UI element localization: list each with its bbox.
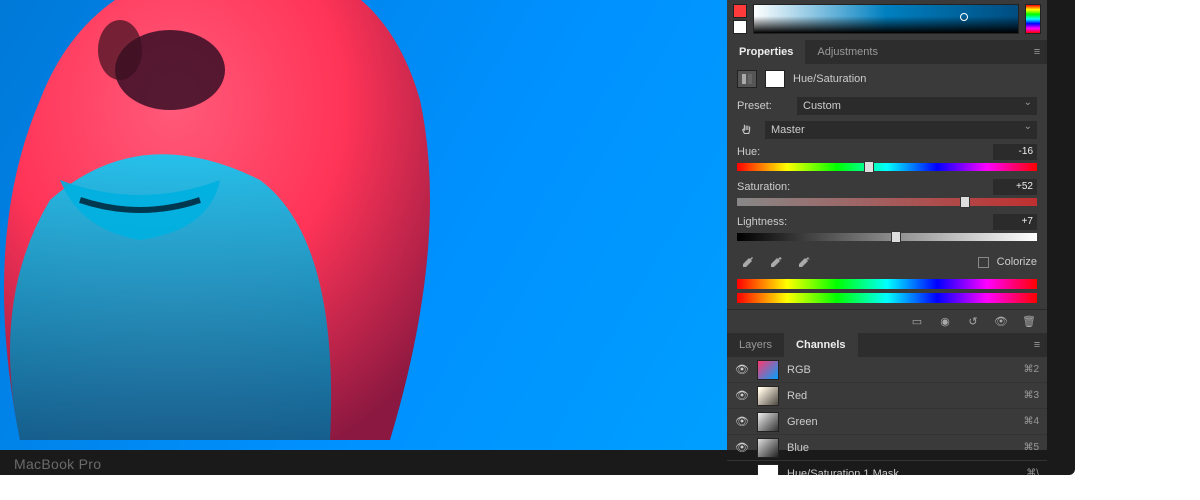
adjustment-title: Hue/Saturation: [793, 73, 866, 85]
saturation-slider-thumb[interactable]: [960, 196, 970, 208]
hue-strip[interactable]: [1025, 4, 1041, 34]
lightness-slider-track[interactable]: [737, 233, 1037, 241]
panel-menu-icon[interactable]: ≡: [1027, 40, 1047, 64]
preset-label: Preset:: [737, 100, 789, 112]
channel-thumb: [757, 360, 779, 380]
channel-name: RGB: [787, 364, 1015, 376]
colorize-checkbox[interactable]: [978, 257, 989, 268]
eye-icon[interactable]: 👁: [735, 441, 749, 454]
image-canvas[interactable]: [0, 0, 727, 450]
app-screen: Properties Adjustments ≡ Hue/Saturation …: [0, 0, 1047, 450]
lightness-slider-row: Lightness: +7: [727, 212, 1047, 247]
eyedropper-minus-icon[interactable]: −: [793, 253, 813, 271]
hue-spectrum-bottom[interactable]: [737, 293, 1037, 303]
channel-row-green[interactable]: 👁 Green ⌘4: [727, 409, 1047, 435]
hue-spectrum-top[interactable]: [737, 279, 1037, 289]
channel-shortcut: ⌘4: [1023, 416, 1039, 427]
foreground-swatch[interactable]: [733, 4, 747, 18]
properties-panel: Properties Adjustments ≡ Hue/Saturation …: [727, 40, 1047, 333]
color-panel: [727, 0, 1047, 40]
channel-name: Blue: [787, 442, 1015, 454]
svg-text:+: +: [779, 257, 782, 263]
device-frame: Properties Adjustments ≡ Hue/Saturation …: [0, 0, 1075, 475]
channel-name: Red: [787, 390, 1015, 402]
hue-label: Hue:: [737, 146, 760, 158]
targeted-adjust-icon[interactable]: [737, 122, 757, 138]
lightness-value[interactable]: +7: [993, 214, 1037, 230]
reset-icon[interactable]: ↺: [965, 314, 981, 330]
eyedropper-icon[interactable]: [737, 253, 757, 271]
background-swatch[interactable]: [733, 20, 747, 34]
color-swatches: [733, 4, 747, 34]
device-label: MacBook Pro: [14, 456, 101, 472]
saturation-slider-row: Saturation: +52: [727, 177, 1047, 212]
channel-row-blue[interactable]: 👁 Blue ⌘5: [727, 435, 1047, 461]
channel-row-mask[interactable]: Hue/Saturation 1 Mask... ⌘\: [727, 461, 1047, 475]
saturation-value[interactable]: +52: [993, 179, 1037, 195]
tab-adjustments[interactable]: Adjustments: [805, 40, 890, 64]
channel-shortcut: ⌘2: [1023, 364, 1039, 375]
delete-icon[interactable]: 🗑: [1021, 314, 1037, 330]
channel-thumb: [757, 412, 779, 432]
channels-tabs: Layers Channels ≡: [727, 333, 1047, 357]
color-field-cursor: [960, 13, 968, 21]
channel-row-rgb[interactable]: 👁 RGB ⌘2: [727, 357, 1047, 383]
hue-slider-row: Hue: -16: [727, 142, 1047, 177]
channels-panel: Layers Channels ≡ 👁 RGB ⌘2 👁 Red ⌘3: [727, 333, 1047, 475]
color-field[interactable]: [753, 4, 1019, 34]
hue-slider-thumb[interactable]: [864, 161, 874, 173]
lightness-slider-thumb[interactable]: [891, 231, 901, 243]
channel-thumb: [757, 386, 779, 406]
channel-name: Hue/Saturation 1 Mask...: [787, 468, 1018, 476]
channel-name: Green: [787, 416, 1015, 428]
adjustment-thumb-icon: [737, 70, 757, 88]
eye-icon[interactable]: 👁: [735, 415, 749, 428]
range-select[interactable]: Master: [765, 121, 1037, 139]
canvas-artwork: [0, 0, 480, 440]
eye-icon[interactable]: 👁: [735, 389, 749, 402]
hue-slider-track[interactable]: [737, 163, 1037, 171]
tab-properties[interactable]: Properties: [727, 40, 805, 64]
lightness-label: Lightness:: [737, 216, 787, 228]
channel-shortcut: ⌘\: [1026, 468, 1039, 475]
properties-tabs: Properties Adjustments ≡: [727, 40, 1047, 64]
preset-select[interactable]: Custom: [797, 97, 1037, 115]
svg-text:−: −: [807, 257, 810, 263]
eyedropper-add-icon[interactable]: +: [765, 253, 785, 271]
channel-row-red[interactable]: 👁 Red ⌘3: [727, 383, 1047, 409]
mask-thumb-icon: [765, 70, 785, 88]
colorize-label: Colorize: [997, 256, 1037, 268]
channel-thumb: [757, 464, 779, 476]
right-panel-dock: Properties Adjustments ≡ Hue/Saturation …: [727, 0, 1047, 450]
tab-channels[interactable]: Channels: [784, 333, 858, 357]
channel-shortcut: ⌘3: [1023, 390, 1039, 401]
tab-layers[interactable]: Layers: [727, 333, 784, 357]
clip-to-layer-icon[interactable]: ▭: [909, 314, 925, 330]
channels-menu-icon[interactable]: ≡: [1027, 333, 1047, 357]
channel-thumb: [757, 438, 779, 458]
view-previous-icon[interactable]: ◉: [937, 314, 953, 330]
visibility-icon[interactable]: 👁: [993, 314, 1009, 330]
saturation-label: Saturation:: [737, 181, 790, 193]
eye-icon[interactable]: 👁: [735, 363, 749, 376]
saturation-slider-track[interactable]: [737, 198, 1037, 206]
hue-value[interactable]: -16: [993, 144, 1037, 160]
channel-shortcut: ⌘5: [1023, 442, 1039, 453]
